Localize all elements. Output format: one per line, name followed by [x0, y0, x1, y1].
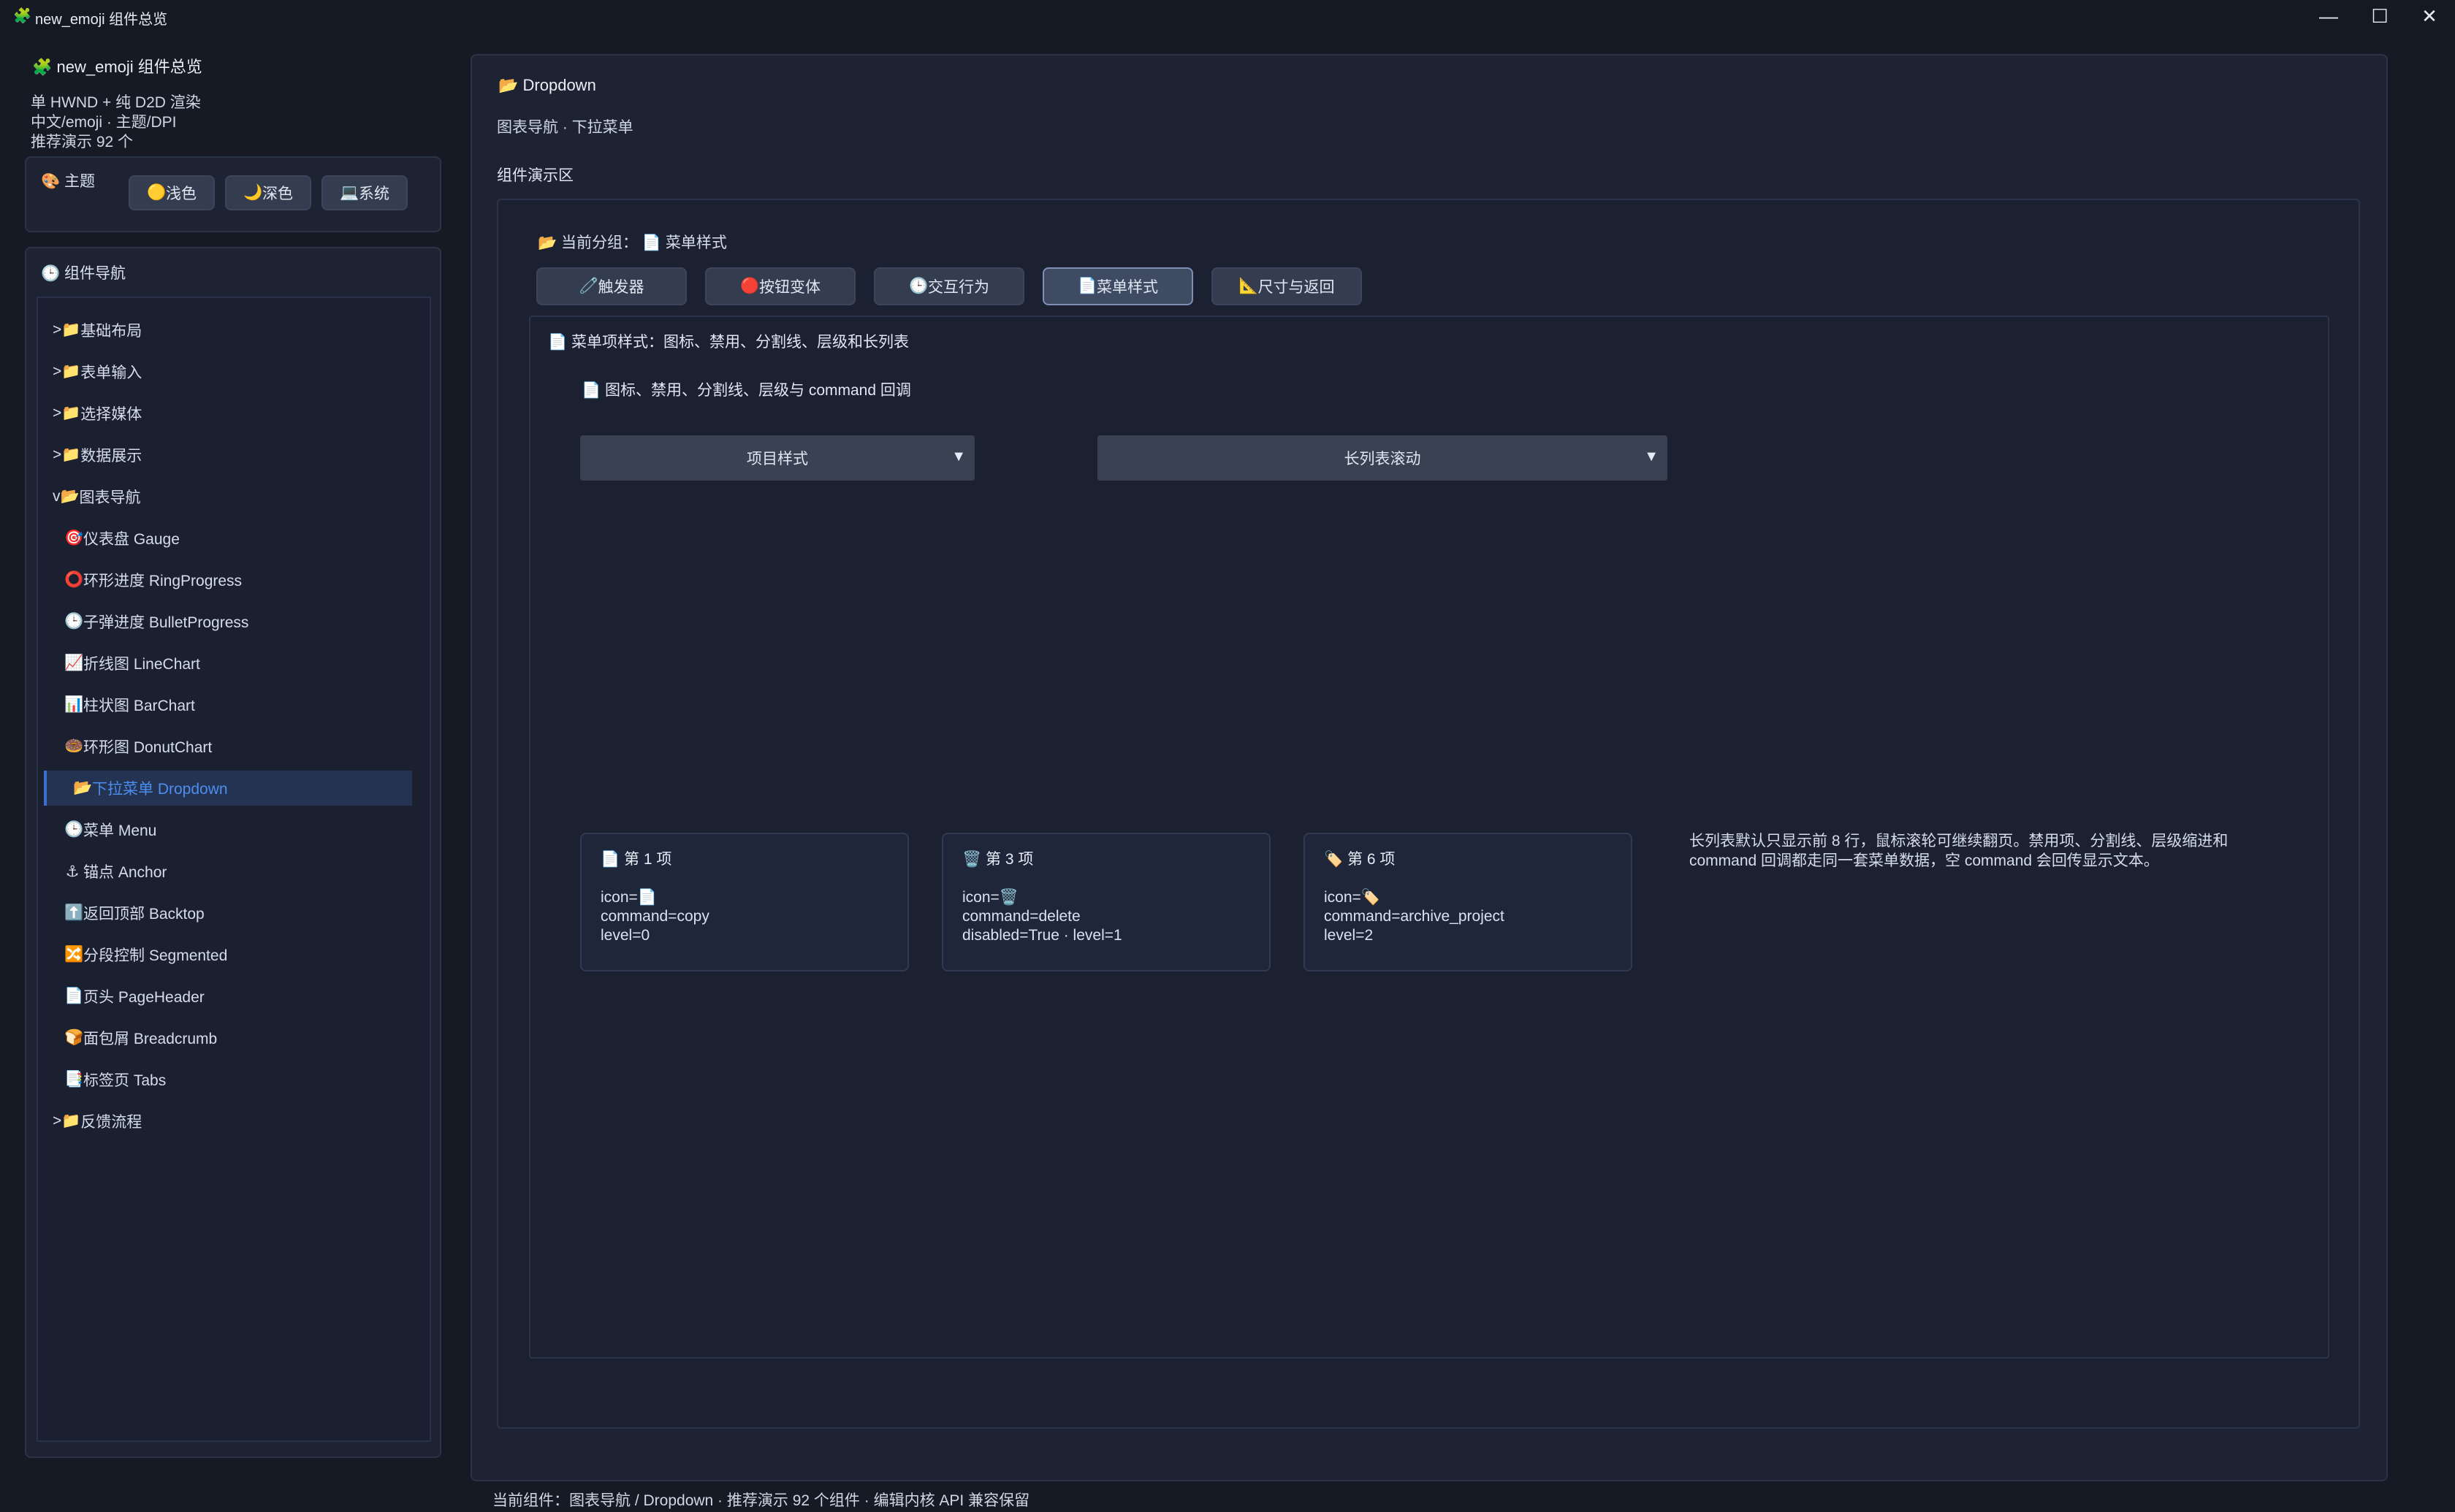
clock-icon: 🕒: [909, 278, 929, 294]
sidebar-item-feedback[interactable]: > 📁 反馈流程: [38, 1104, 418, 1139]
sidebar-item-form-input[interactable]: > 📁 表单输入: [38, 354, 418, 389]
menu-item-card: 🗑️ 第 3 项 icon=🗑️ command=delete disabled…: [942, 833, 1271, 971]
maximize-button[interactable]: ☐: [2354, 0, 2405, 32]
clock-icon: 🕒: [64, 821, 84, 838]
theme-label: 🎨 主题: [41, 173, 95, 190]
sidebar-item-gauge[interactable]: 🎯 仪表盘 Gauge: [38, 521, 418, 556]
light-theme-icon: 🟡: [147, 184, 167, 201]
sidebar-item-dropdown[interactable]: 📂 下拉菜单 Dropdown: [44, 771, 412, 806]
sidebar-item-backtop[interactable]: ⬆️ 返回顶部 Backtop: [38, 896, 418, 931]
ruler-icon: 📐: [1238, 278, 1258, 294]
puzzle-icon: 🧩: [32, 58, 53, 76]
sidebar-item-page-header[interactable]: 📄 页头 PageHeader: [38, 979, 418, 1014]
sidebar-item-donut-chart[interactable]: 🍩 环形图 DonutChart: [38, 729, 418, 764]
moon-icon: 🌙: [243, 184, 263, 201]
page-icon: 📄: [642, 234, 661, 251]
folder-icon: 📁: [61, 446, 81, 463]
tab-size-return[interactable]: 📐 尺寸与返回: [1211, 267, 1362, 305]
sidebar-item-segmented[interactable]: 🔀 分段控制 Segmented: [38, 937, 418, 972]
ring-icon: ⭕: [64, 571, 84, 588]
folder-icon: 📁: [61, 405, 81, 421]
palette-icon: 🎨: [41, 173, 61, 190]
tag-icon: 🏷️: [1324, 851, 1344, 868]
page-title: 📂 Dropdown: [498, 76, 596, 94]
long-list-note: 长列表默认只显示前 8 行，鼠标滚轮可继续翻页。禁用项、分割线、层级缩进和 co…: [1689, 833, 2228, 869]
section-title: 📄 菜单项样式：图标、禁用、分割线、层级和长列表: [548, 334, 909, 351]
open-folder-icon: 📂: [498, 76, 519, 94]
page-subtitle: 图表导航 · 下拉菜单: [497, 119, 633, 136]
open-folder-icon: 📂: [73, 779, 93, 796]
sidebar-item-bullet-progress[interactable]: 🕒 子弹进度 BulletProgress: [38, 604, 418, 639]
folder-icon: 📁: [61, 363, 81, 380]
shuffle-icon: 🔀: [64, 946, 84, 963]
sidebar-item-breadcrumb[interactable]: 🍞 面包屑 Breadcrumb: [38, 1020, 418, 1055]
open-folder-icon: 📂: [60, 488, 80, 505]
sidebar-title: 🧩 new_emoji 组件总览: [32, 54, 202, 77]
page-icon: 📄: [601, 851, 620, 868]
open-folder-icon: 📂: [538, 234, 557, 251]
minimize-button[interactable]: —: [2303, 0, 2354, 32]
page-icon: 📄: [64, 988, 84, 1004]
page-icon: 📄: [1078, 278, 1097, 294]
nav-title: 🕒 组件导航: [41, 265, 126, 282]
menu-item-card: 📄 第 1 项 icon=📄 command=copy level=0: [580, 833, 909, 971]
sidebar-item-data-display[interactable]: > 📁 数据展示: [38, 438, 418, 473]
page-icon: 📄: [582, 382, 601, 399]
tab-interaction[interactable]: 🕒 交互行为: [874, 267, 1024, 305]
sidebar-item-menu[interactable]: 🕒 菜单 Menu: [38, 812, 418, 847]
theme-light-button[interactable]: 🟡 浅色: [129, 175, 215, 210]
title-bar: [0, 0, 2455, 32]
donut-icon: 🍩: [64, 738, 84, 755]
info-line-2: 中文/emoji · 主题/DPI: [31, 114, 177, 131]
clock-icon: 🕒: [41, 265, 61, 282]
sidebar-item-basic-layout[interactable]: > 📁 基础布局: [38, 313, 418, 348]
anchor-icon: ⚓: [65, 863, 80, 880]
tabs-icon: 📑: [64, 1071, 84, 1088]
tab-button-variants[interactable]: 🔴 按钮变体: [705, 267, 856, 305]
status-bar: 当前组件：图表导航 / Dropdown · 推荐演示 92 个组件 · 编辑内…: [492, 1492, 1030, 1509]
sidebar-title-text: new_emoji 组件总览: [56, 58, 202, 76]
info-line-1: 单 HWND + 纯 D2D 渲染: [31, 94, 201, 111]
sidebar-item-chart-nav[interactable]: v 📂 图表导航: [38, 479, 418, 514]
bar-chart-icon: 📊: [64, 696, 84, 713]
menu-item-card: 🏷️ 第 6 项 icon=🏷️ command=archive_project…: [1303, 833, 1632, 971]
folder-icon: 📁: [61, 321, 81, 338]
info-line-3: 推荐演示 92 个: [31, 134, 134, 150]
demo-label: 组件演示区: [497, 167, 574, 184]
theme-system-button[interactable]: 💻 系统: [321, 175, 408, 210]
sidebar-item-ring-progress[interactable]: ⭕ 环形进度 RingProgress: [38, 562, 418, 597]
trash-icon: 🗑️: [962, 851, 982, 868]
red-circle-icon: 🔴: [740, 278, 760, 294]
minimize-icon: —: [2319, 4, 2338, 27]
pin-icon: 🧷: [579, 278, 598, 294]
bread-icon: 🍞: [64, 1029, 84, 1046]
maximize-icon: ☐: [2371, 4, 2389, 27]
close-button[interactable]: ✕: [2404, 0, 2455, 32]
page-icon: 📄: [548, 334, 568, 351]
tab-trigger[interactable]: 🧷 触发器: [536, 267, 687, 305]
sidebar-item-tabs[interactable]: 📑 标签页 Tabs: [38, 1062, 418, 1097]
nav-list[interactable]: > 📁 基础布局 > 📁 表单输入 > 📁 选择媒体 > 📁 数据展示 v 📂 图表导航 🎯 仪表盘 …: [37, 297, 431, 1442]
tab-menu-style[interactable]: 📄 菜单样式: [1043, 267, 1193, 305]
section-subtitle: 📄 图标、禁用、分割线、层级与 command 回调: [582, 382, 911, 399]
line-chart-icon: 📈: [64, 654, 84, 671]
close-icon: ✕: [2421, 4, 2437, 27]
current-group: 📂 当前分组： 📄 菜单样式: [538, 234, 727, 251]
target-icon: 🎯: [64, 530, 84, 546]
up-arrow-icon: ⬆️: [64, 904, 84, 921]
window-title: new_emoji 组件总览: [35, 12, 168, 28]
theme-dark-button[interactable]: 🌙 深色: [225, 175, 311, 210]
sidebar-item-line-chart[interactable]: 📈 折线图 LineChart: [38, 646, 418, 681]
dropdown-long-list[interactable]: 长列表滚动 ▼: [1097, 435, 1667, 481]
sidebar-item-anchor[interactable]: ⚓ 锚点 Anchor: [38, 854, 418, 889]
dropdown-item-style[interactable]: 项目样式 ▼: [580, 435, 975, 481]
sidebar-item-bar-chart[interactable]: 📊 柱状图 BarChart: [38, 687, 418, 722]
folder-icon: 📁: [61, 1112, 81, 1129]
puzzle-icon: 🧩: [13, 8, 31, 24]
laptop-icon: 💻: [340, 184, 359, 201]
clock-icon: 🕒: [64, 613, 84, 630]
dropdown-arrow-icon: ▼: [951, 448, 966, 465]
sidebar-item-select-media[interactable]: > 📁 选择媒体: [38, 396, 418, 431]
dropdown-arrow-icon: ▼: [1644, 448, 1659, 465]
